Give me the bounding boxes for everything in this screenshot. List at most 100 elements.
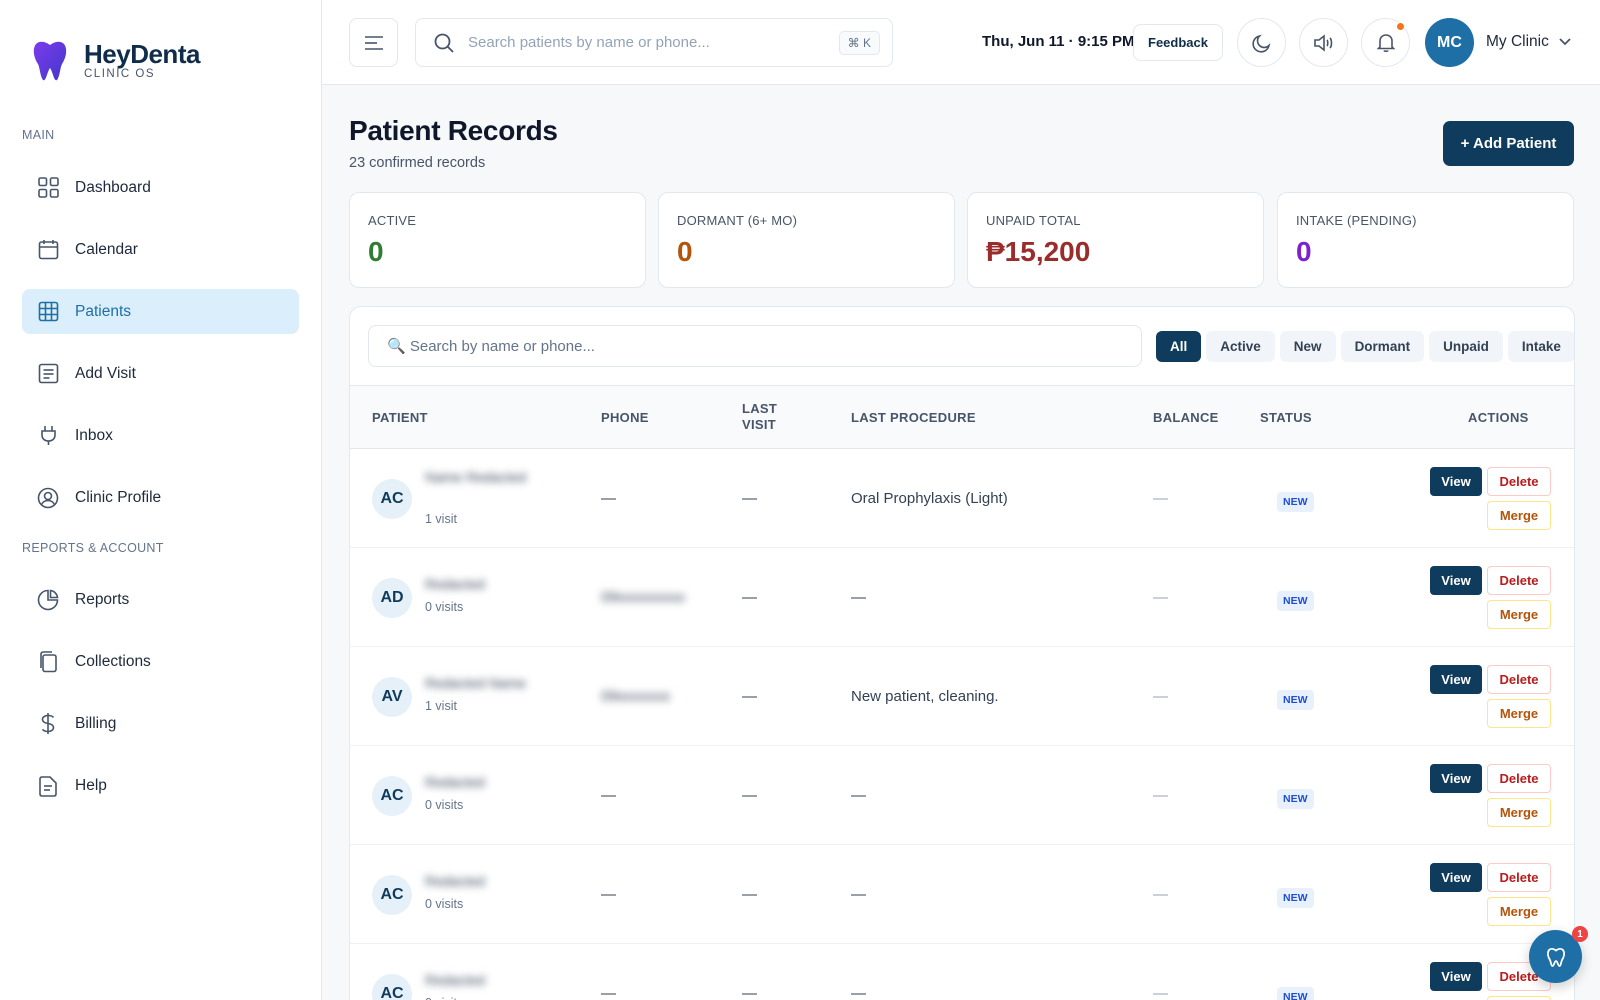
delete-button[interactable]: Delete <box>1487 467 1551 496</box>
sidebar-item-reports[interactable]: Reports <box>22 577 299 622</box>
patient-name[interactable]: Redacted <box>425 576 485 592</box>
sound-button[interactable] <box>1299 18 1348 67</box>
filter-dormant[interactable]: Dormant <box>1340 331 1425 362</box>
patient-name[interactable]: Redacted Name <box>425 675 526 691</box>
sidebar-item-billing[interactable]: Billing <box>22 701 299 746</box>
table-search-input[interactable]: 🔍 Search by name or phone... <box>368 325 1142 367</box>
table-row[interactable]: AC Name Redacted 1 visit — — Oral Prophylaxis… <box>350 449 1574 548</box>
bell-icon <box>1376 34 1395 53</box>
merge-button[interactable]: Merge <box>1487 501 1551 530</box>
table-icon <box>37 301 59 323</box>
delete-button[interactable]: Delete <box>1487 665 1551 694</box>
table-row[interactable]: ACRedacted0 visits————NEWViewDeleteMerge <box>350 944 1574 1000</box>
table-row[interactable]: AV Redacted Name 1 visit 09xxxxxxx — New pati… <box>350 647 1574 746</box>
dark-mode-button[interactable] <box>1237 18 1286 67</box>
filter-new[interactable]: New <box>1279 331 1336 362</box>
patient-last-procedure: Oral Prophylaxis (Light) <box>851 490 1008 507</box>
sidebar-item-inbox[interactable]: Inbox <box>22 413 299 458</box>
view-button[interactable]: View <box>1430 764 1482 793</box>
stat-value: 0 <box>677 236 693 267</box>
topbar: ⌘ K Thu, Jun 11 · 9:15 PM Feedback MC My… <box>322 0 1600 85</box>
chat-badge: 1 <box>1572 926 1588 942</box>
menu-toggle-button[interactable] <box>349 18 398 67</box>
patient-last-procedure: — <box>851 985 866 1000</box>
patient-balance: — <box>1153 589 1168 606</box>
table-row[interactable]: ACRedacted0 visits————NEWViewDeleteMerge <box>350 746 1574 845</box>
merge-button[interactable]: Merge <box>1487 996 1551 1000</box>
delete-button[interactable]: Delete <box>1487 566 1551 595</box>
patient-last-procedure: — <box>851 589 866 606</box>
sidebar-item-collections[interactable]: Collections <box>22 639 299 684</box>
grid-icon <box>37 177 59 199</box>
filter-unpaid[interactable]: Unpaid <box>1429 331 1503 362</box>
user-avatar[interactable]: MC <box>1425 18 1474 67</box>
view-button[interactable]: View <box>1430 962 1482 991</box>
patient-phone: — <box>601 490 616 507</box>
sidebar-item-label: Billing <box>75 714 117 732</box>
sidebar-item-label: Patients <box>75 302 132 320</box>
delete-button[interactable]: Delete <box>1487 863 1551 892</box>
tooth-chat-icon <box>1546 947 1565 967</box>
sidebar-item-add-visit[interactable]: Add Visit <box>22 351 299 396</box>
stat-card-active: ACTIVE 0 <box>349 192 646 288</box>
sidebar-item-patients[interactable]: Patients <box>22 289 299 334</box>
patients-table-card: 🔍 Search by name or phone... All Active … <box>349 306 1575 1000</box>
table-row[interactable]: ACRedacted0 visits————NEWViewDeleteMerge <box>350 845 1574 944</box>
patient-balance: — <box>1153 688 1168 705</box>
column-balance[interactable]: BALANCE <box>1153 410 1219 425</box>
column-status[interactable]: STATUS <box>1260 410 1312 425</box>
column-last-procedure[interactable]: LAST PROCEDURE <box>851 410 976 425</box>
filter-all[interactable]: All <box>1156 331 1202 362</box>
patient-name[interactable]: Redacted <box>425 972 485 988</box>
sidebar-item-calendar[interactable]: Calendar <box>22 227 299 272</box>
status-badge: NEW <box>1277 987 1314 1000</box>
patient-last-procedure: New patient, cleaning. <box>851 688 999 705</box>
patient-name[interactable]: Name Redacted <box>425 469 526 485</box>
filter-active[interactable]: Active <box>1206 331 1275 362</box>
view-button[interactable]: View <box>1430 467 1482 496</box>
merge-button[interactable]: Merge <box>1487 798 1551 827</box>
column-last-visit[interactable]: LAST VISIT <box>742 401 777 433</box>
view-button[interactable]: View <box>1430 863 1482 892</box>
notifications-button[interactable] <box>1361 18 1410 67</box>
column-patient[interactable]: PATIENT <box>372 410 428 425</box>
view-button[interactable]: View <box>1430 566 1482 595</box>
current-datetime: Thu, Jun 11 · 9:15 PM <box>982 33 1135 50</box>
global-search[interactable]: ⌘ K <box>415 18 893 67</box>
delete-button[interactable]: Delete <box>1487 764 1551 793</box>
patient-visits: 0 visits <box>425 798 464 812</box>
patient-visits: 0 visits <box>425 996 463 1000</box>
clinic-switcher[interactable]: My Clinic <box>1486 33 1571 51</box>
patient-name[interactable]: Redacted <box>425 873 485 889</box>
table-row[interactable]: AD Redacted 0 visits 09xxxxxxxxx — — — NEW View D… <box>350 548 1574 647</box>
chat-button[interactable]: 1 <box>1529 926 1588 983</box>
patient-name[interactable]: Redacted <box>425 774 485 790</box>
merge-button[interactable]: Merge <box>1487 897 1551 926</box>
clipboard-icon <box>37 775 59 797</box>
add-patient-button[interactable]: + Add Patient <box>1443 121 1574 166</box>
stat-label: INTAKE (PENDING) <box>1296 213 1417 228</box>
global-search-input[interactable] <box>468 34 828 51</box>
merge-button[interactable]: Merge <box>1487 600 1551 629</box>
sidebar-item-dashboard[interactable]: Dashboard <box>22 165 299 210</box>
moon-icon <box>1251 34 1270 53</box>
patient-phone: — <box>601 985 616 1000</box>
sidebar-item-help[interactable]: Help <box>22 763 299 808</box>
pie-chart-icon <box>37 589 59 611</box>
feedback-button[interactable]: Feedback <box>1133 24 1223 61</box>
patient-last-procedure: — <box>851 886 866 903</box>
patient-last-visit: — <box>742 787 757 804</box>
stat-value: ₱15,200 <box>986 236 1091 267</box>
brand[interactable]: HeyDenta CLINIC OS <box>30 38 200 82</box>
view-button[interactable]: View <box>1430 665 1482 694</box>
sidebar-item-clinic-profile[interactable]: Clinic Profile <box>22 475 299 520</box>
user-circle-icon <box>37 487 59 509</box>
plug-icon <box>37 425 59 447</box>
column-phone[interactable]: PHONE <box>601 410 649 425</box>
shortcut-hint: ⌘ K <box>838 31 880 55</box>
stat-label: UNPAID TOTAL <box>986 213 1081 228</box>
column-actions: ACTIONS <box>1468 410 1529 425</box>
merge-button[interactable]: Merge <box>1487 699 1551 728</box>
sidebar-item-label: Collections <box>75 652 151 670</box>
filter-intake[interactable]: Intake <box>1507 331 1574 362</box>
